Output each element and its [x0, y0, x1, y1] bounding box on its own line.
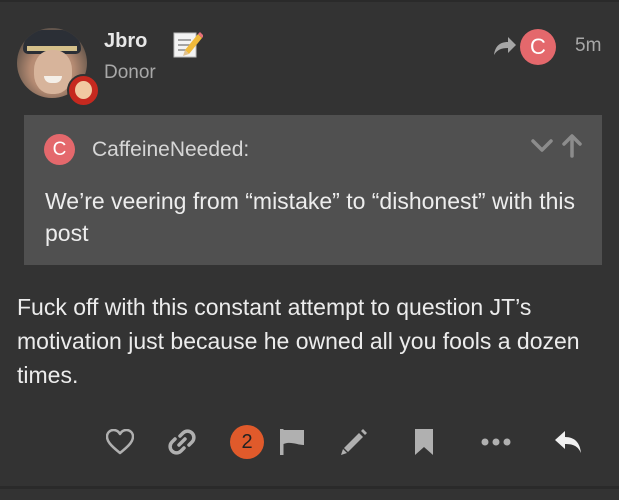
reply-to-avatar[interactable]: C [520, 29, 556, 65]
heart-icon [106, 429, 134, 455]
user-title: Donor [104, 62, 156, 83]
flag-button[interactable] [276, 424, 308, 460]
user-flair-icon [67, 74, 100, 107]
post-body: Fuck off with this constant attempt to q… [17, 294, 580, 388]
username[interactable]: Jbro [104, 30, 147, 53]
flag-icon [280, 429, 304, 455]
reply-to-arrow-icon[interactable] [492, 35, 518, 57]
memo-icon [173, 32, 203, 58]
edit-button[interactable] [338, 424, 370, 460]
like-count-badge[interactable]: 2 [230, 425, 264, 459]
bookmark-button[interactable] [408, 424, 440, 460]
post-date[interactable]: 5m [575, 35, 601, 57]
quote-block: C CaffeineNeeded: We’re veering from “mi… [24, 115, 602, 265]
top-divider [0, 0, 619, 2]
edit-icon [341, 429, 367, 455]
more-button[interactable] [478, 424, 514, 460]
chevron-down-icon[interactable] [530, 135, 554, 155]
quote-avatar[interactable]: C [44, 134, 75, 165]
arrow-up-icon[interactable] [560, 132, 584, 158]
quote-username: CaffeineNeeded: [92, 138, 250, 161]
like-button[interactable] [104, 424, 136, 460]
reply-icon [555, 431, 581, 453]
more-icon [481, 438, 511, 446]
link-icon [168, 429, 196, 455]
copy-link-button[interactable] [166, 424, 198, 460]
quote-text: We’re veering from “mistake” to “dishone… [45, 188, 576, 246]
bottom-divider [0, 486, 619, 489]
bookmark-icon [415, 429, 433, 455]
reply-button[interactable] [550, 424, 586, 460]
